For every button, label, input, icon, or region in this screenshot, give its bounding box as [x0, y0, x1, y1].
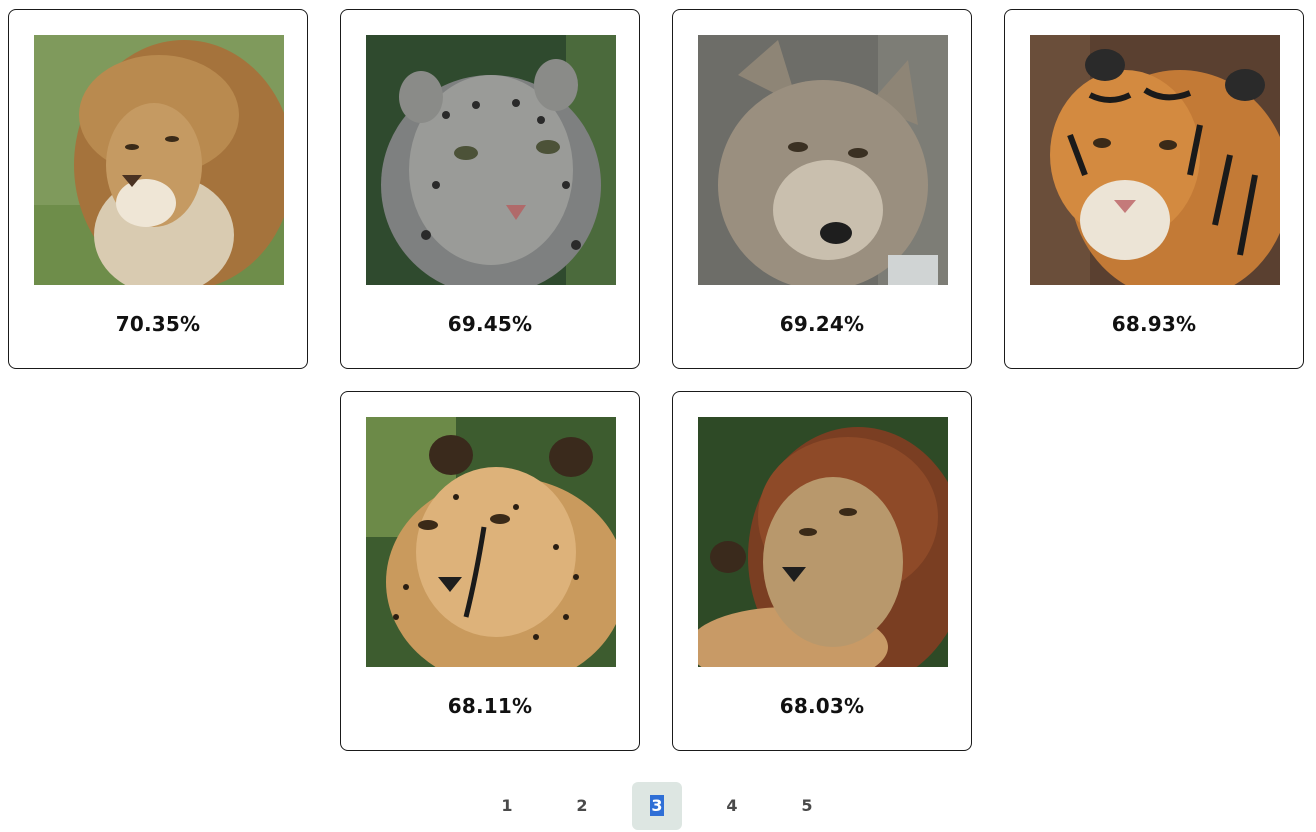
page-button-2[interactable]: 2: [557, 782, 607, 830]
result-image-lion-2[interactable]: [698, 417, 948, 667]
wolf-photo: [698, 35, 948, 285]
lion-photo: [698, 417, 948, 667]
cheetah-photo: [366, 417, 616, 667]
result-card: 69.24%: [672, 9, 972, 369]
result-card: 68.03%: [672, 391, 972, 751]
result-card: 70.35%: [8, 9, 308, 369]
page-number: 5: [801, 796, 813, 815]
page-button-4[interactable]: 4: [707, 782, 757, 830]
page-number: 2: [576, 796, 588, 815]
result-image-snow-leopard[interactable]: [366, 35, 616, 285]
snow-leopard-photo: [366, 35, 616, 285]
similarity-score: 68.93%: [1111, 312, 1197, 336]
similarity-score: 68.11%: [447, 694, 533, 718]
lion-photo: [34, 35, 284, 285]
similarity-score: 69.45%: [447, 312, 533, 336]
similarity-score: 69.24%: [779, 312, 865, 336]
page-button-3-current[interactable]: 3: [632, 782, 682, 830]
result-card: 69.45%: [340, 9, 640, 369]
similarity-score: 70.35%: [115, 312, 201, 336]
page-button-1[interactable]: 1: [482, 782, 532, 830]
tiger-photo: [1030, 35, 1280, 285]
similarity-score: 68.03%: [779, 694, 865, 718]
page-number: 1: [501, 796, 513, 815]
page-button-5[interactable]: 5: [782, 782, 832, 830]
result-card: 68.93%: [1004, 9, 1304, 369]
result-card: 68.11%: [340, 391, 640, 751]
pagination: 1 2 3 4 5: [0, 782, 1316, 830]
result-image-lion[interactable]: [34, 35, 284, 285]
page-number: 4: [726, 796, 738, 815]
result-image-wolf[interactable]: [698, 35, 948, 285]
results-page: 70.35% 69.45% 69.24% 68.93% 68.11% 68.03…: [0, 0, 1316, 832]
page-number: 3: [650, 795, 664, 816]
result-image-tiger[interactable]: [1030, 35, 1280, 285]
result-image-cheetah[interactable]: [366, 417, 616, 667]
